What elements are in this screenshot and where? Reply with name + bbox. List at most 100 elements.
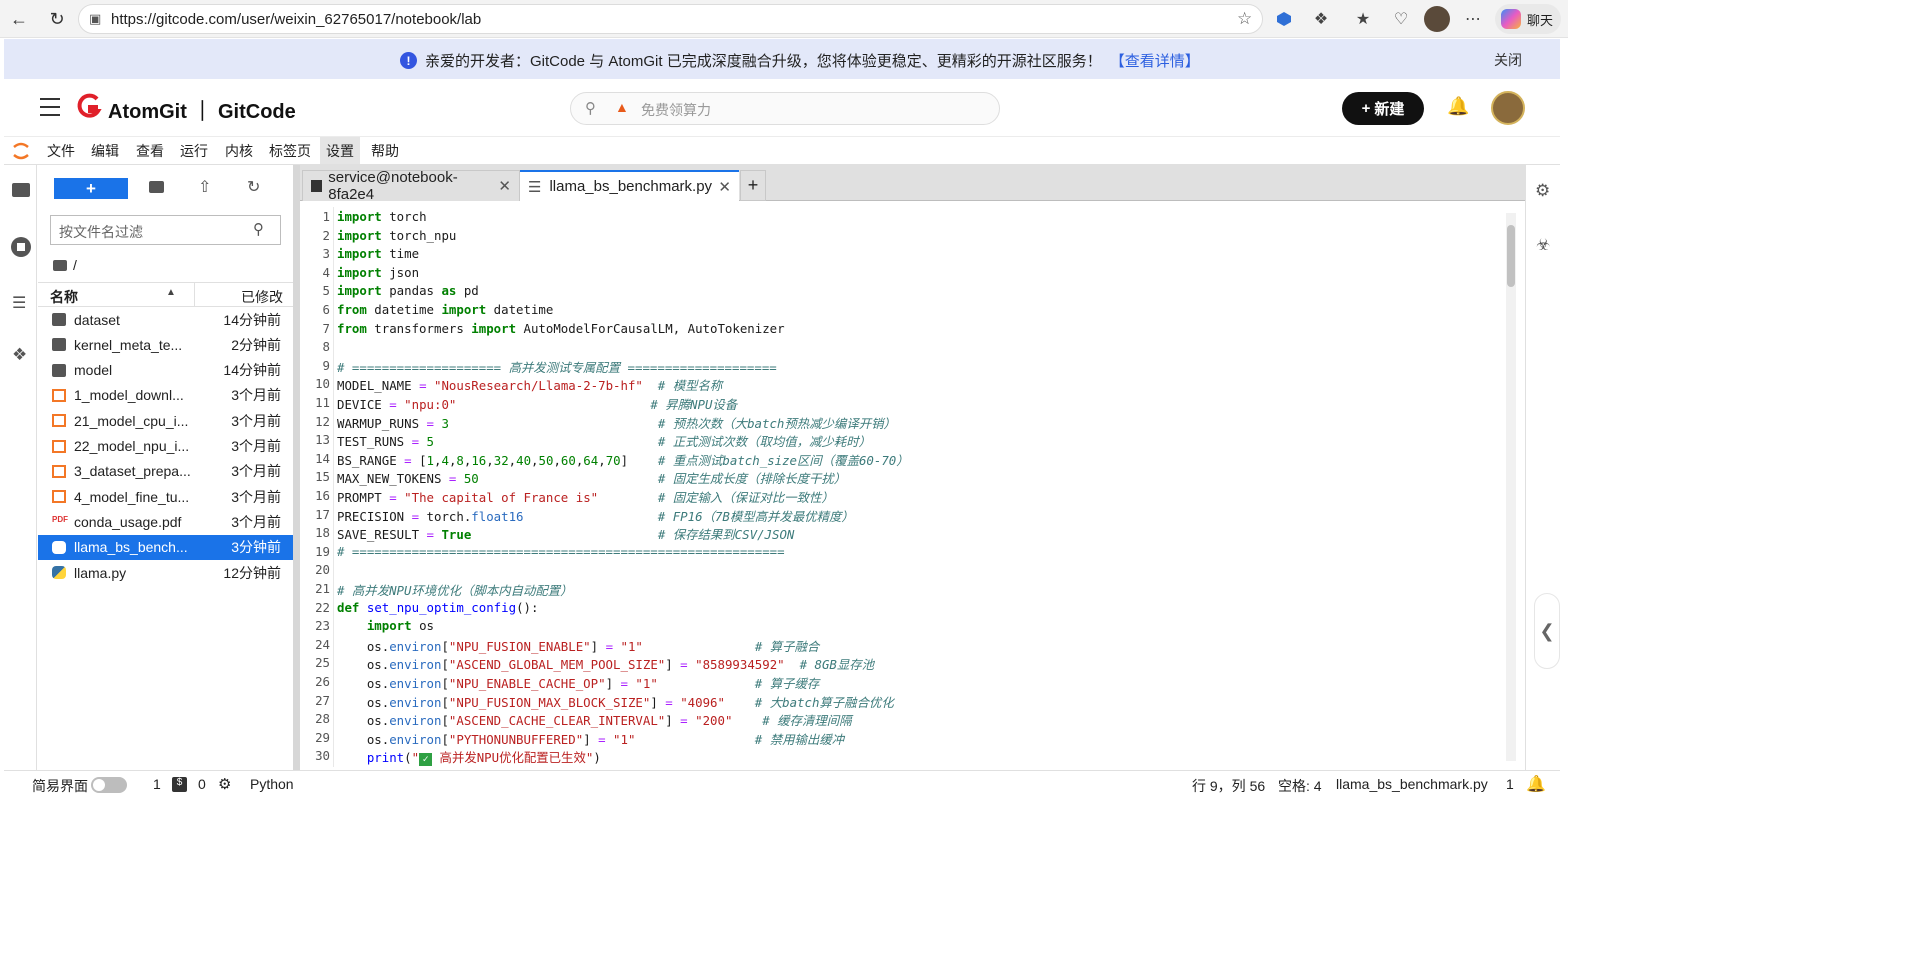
code-line[interactable]: def set_npu_optim_config(): — [337, 600, 538, 615]
terminal-count[interactable]: 1 — [153, 776, 161, 792]
file-row[interactable]: PDF conda_usage.pdf 3个月前 — [38, 509, 293, 534]
hamburger-menu-icon[interactable] — [40, 98, 60, 116]
back-icon[interactable]: ← — [6, 6, 32, 32]
puzzle-icon[interactable]: ❖ — [1310, 8, 1332, 30]
close-icon[interactable]: ✕ — [498, 177, 511, 195]
kernel-count[interactable]: 0 — [198, 776, 206, 792]
tab-editor[interactable]: ☰ llama_bs_benchmark.py ✕ — [520, 170, 739, 201]
indent-spaces[interactable]: 空格: 4 — [1278, 776, 1322, 796]
favorite-star-icon[interactable]: ☆ — [1237, 9, 1252, 29]
refresh-icon[interactable]: ↻ — [247, 177, 260, 197]
reload-icon[interactable]: ↻ — [44, 6, 70, 32]
banner-close-button[interactable]: 关闭 — [1494, 50, 1522, 70]
code-line[interactable]: WARMUP_RUNS = 3 # 预热次数（大batch预热减少编译开销） — [337, 414, 896, 432]
health-icon[interactable]: ♡ — [1390, 8, 1412, 30]
scrollbar-thumb[interactable] — [1507, 225, 1515, 287]
more-icon[interactable]: ⋯ — [1462, 8, 1484, 30]
notification-bell-icon[interactable]: 🔔 — [1526, 774, 1546, 794]
user-avatar[interactable] — [1491, 91, 1525, 125]
site-info-icon[interactable]: ▣ — [89, 11, 101, 27]
breadcrumb[interactable]: / — [53, 257, 77, 273]
code-line[interactable]: BS_RANGE = [1,4,8,16,32,40,50,60,64,70] … — [337, 451, 909, 469]
code-line[interactable]: import pandas as pd — [337, 283, 479, 298]
code-line[interactable]: import os — [337, 618, 434, 633]
file-row[interactable]: 21_model_cpu_i... 3个月前 — [38, 408, 293, 433]
upload-icon[interactable]: ⇧ — [198, 177, 211, 197]
new-folder-icon[interactable] — [149, 181, 164, 193]
code-line[interactable]: SAVE_RESULT = True # 保存结果到CSV/JSON — [337, 525, 794, 543]
favorites-icon[interactable]: ★ — [1352, 8, 1374, 30]
debugger-bug-icon[interactable]: ☣ — [1536, 235, 1550, 255]
code-line[interactable]: # ======================================… — [337, 544, 785, 559]
file-row[interactable]: kernel_meta_te... 2分钟前 — [38, 332, 293, 357]
table-of-contents-icon[interactable]: ☰ — [12, 293, 26, 313]
new-launcher-button[interactable]: + — [54, 178, 128, 199]
code-line[interactable]: MODEL_NAME = "NousResearch/Llama-2-7b-hf… — [337, 376, 722, 394]
code-line[interactable]: PROMPT = "The capital of France is" # 固定… — [337, 488, 834, 506]
kernel-name[interactable]: Python — [250, 776, 294, 792]
file-row[interactable]: dataset 14分钟前 — [38, 307, 293, 332]
gitcode-logo-icon[interactable] — [76, 93, 102, 121]
code-line[interactable]: PRECISION = torch.float16 # FP16（7B模型高并发… — [337, 507, 854, 525]
code-line[interactable]: import time — [337, 246, 419, 261]
code-line[interactable]: print(" ✓ 高并发NPU优化配置已生效") — [337, 748, 601, 767]
global-search[interactable]: ⚲ ▲ 免费领算力 — [570, 92, 1000, 125]
extension-icon[interactable] — [1273, 8, 1295, 30]
extensions-puzzle-icon[interactable]: ❖ — [12, 345, 27, 365]
brand-name[interactable]: AtomGit ｜ GitCode — [108, 95, 296, 124]
code-line[interactable]: os.environ["PYTHONUNBUFFERED"] = "1" # 禁… — [337, 730, 844, 748]
code-line[interactable]: os.environ["ASCEND_CACHE_CLEAR_INTERVAL"… — [337, 711, 852, 729]
file-row[interactable]: llama.py 12分钟前 — [38, 560, 293, 585]
sort-ascending-icon[interactable]: ▲ — [166, 287, 176, 298]
file-filter-input[interactable]: 按文件名过滤 ⚲ — [50, 215, 281, 245]
cursor-position[interactable]: 行 9，列 56 — [1192, 776, 1265, 796]
banner-details-link[interactable]: 【查看详情】 — [1110, 50, 1200, 71]
code-line[interactable]: from datetime import datetime — [337, 302, 553, 317]
code-line[interactable]: os.environ["NPU_ENABLE_CACHE_OP"] = "1" … — [337, 674, 819, 692]
code-line[interactable]: import torch_npu — [337, 228, 456, 243]
code-line[interactable]: import json — [337, 265, 419, 280]
copilot-chat-button[interactable]: 聊天 — [1495, 4, 1561, 34]
terminal-icon[interactable]: $ — [172, 777, 187, 792]
menu-edit[interactable]: 编辑 — [85, 137, 125, 164]
file-row[interactable]: 1_model_downl... 3个月前 — [38, 383, 293, 408]
profile-avatar[interactable] — [1424, 6, 1450, 32]
panel-splitter[interactable] — [293, 165, 300, 770]
code-line[interactable]: os.environ["NPU_FUSION_ENABLE"] = "1" # … — [337, 637, 819, 655]
new-button[interactable]: + 新建 — [1342, 92, 1424, 125]
code-line[interactable]: os.environ["NPU_FUSION_MAX_BLOCK_SIZE"] … — [337, 693, 894, 711]
menu-tabs[interactable]: 标签页 — [263, 137, 317, 164]
menu-file[interactable]: 文件 — [41, 137, 81, 164]
column-modified[interactable]: 已修改 — [241, 287, 283, 307]
cpu-chip-icon[interactable]: ⚙ — [218, 775, 231, 793]
code-line[interactable]: MAX_NEW_TOKENS = 50 # 固定生成长度（排除长度干扰） — [337, 469, 846, 487]
code-line[interactable]: import torch — [337, 209, 427, 224]
menu-settings[interactable]: 设置 — [320, 137, 360, 164]
file-row[interactable]: model 14分钟前 — [38, 358, 293, 383]
file-row[interactable]: 22_model_npu_i... 3个月前 — [38, 434, 293, 459]
column-name[interactable]: 名称 — [50, 287, 78, 307]
code-line[interactable]: os.environ["ASCEND_GLOBAL_MEM_POOL_SIZE"… — [337, 655, 874, 673]
file-row[interactable]: 3_dataset_prepa... 3个月前 — [38, 459, 293, 484]
menu-view[interactable]: 查看 — [130, 137, 170, 164]
file-row[interactable]: llama_bs_bench... 3分钟前 — [38, 534, 293, 560]
code-line[interactable]: DEVICE = "npu:0" # 昇腾NPU设备 — [337, 395, 737, 413]
vertical-scrollbar[interactable] — [1506, 213, 1516, 761]
running-terminals-icon[interactable] — [11, 237, 31, 257]
close-icon[interactable]: ✕ — [718, 178, 731, 196]
menu-kernel[interactable]: 内核 — [219, 137, 259, 164]
collapse-panel-button[interactable]: ❮ — [1534, 593, 1560, 669]
add-tab-button[interactable]: + — [740, 170, 766, 201]
code-editor[interactable]: 1 import torch 2 import torch_npu 3 import ti… — [300, 207, 1510, 767]
menu-help[interactable]: 帮助 — [365, 137, 405, 164]
property-inspector-gear-icon[interactable]: ⚙ — [1535, 181, 1550, 201]
address-bar[interactable]: ▣ https://gitcode.com/user/weixin_627650… — [78, 4, 1263, 34]
tab-terminal[interactable]: service@notebook-8fa2e4 ✕ — [302, 169, 520, 203]
folder-icon[interactable] — [12, 183, 30, 197]
code-line[interactable]: # 高并发NPU环境优化（脚本内自动配置） — [337, 581, 573, 599]
code-line[interactable]: from transformers import AutoModelForCau… — [337, 321, 785, 336]
file-row[interactable]: 4_model_fine_tu... 3个月前 — [38, 484, 293, 509]
menu-run[interactable]: 运行 — [174, 137, 214, 164]
notification-count[interactable]: 1 — [1506, 776, 1514, 792]
notification-bell-icon[interactable]: 🔔 — [1447, 96, 1469, 117]
